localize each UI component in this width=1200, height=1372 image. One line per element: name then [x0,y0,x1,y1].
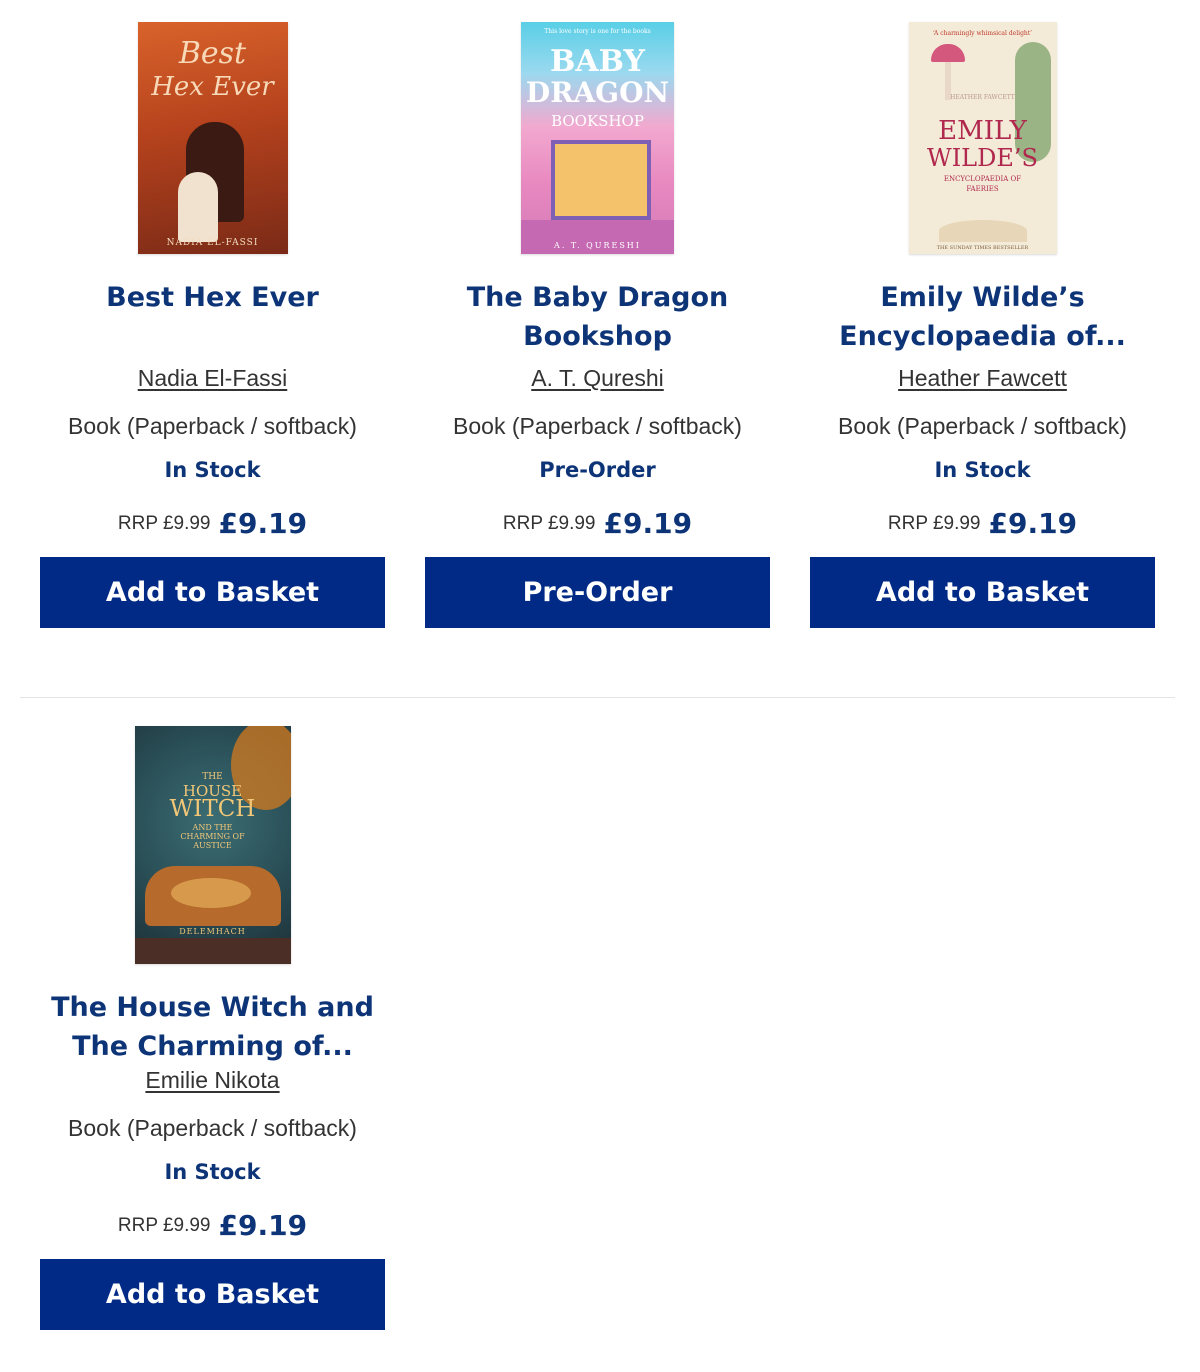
cover-author: HEATHER FAWCETT [950,94,1015,101]
availability-status: In Stock [164,1160,261,1184]
product-card: THE HOUSE WITCH AND THE CHARMING OF AUST… [40,706,385,1330]
book-cover-image[interactable]: This love story is one for the books BAB… [521,22,674,254]
cover-banner: THE SUNDAY TIMES BESTSELLER [936,245,1029,251]
availability-status: In Stock [164,458,261,482]
format-label: Book (Paperback / softback) [68,413,357,439]
cover-title-line4: AND THE CHARMING OF AUSTICE [180,823,245,850]
rrp-price: RRP £9.99 [117,1215,211,1236]
product-title[interactable]: The House Witch and The Charming of... [40,968,385,1062]
author: A. T. Qureshi [425,358,770,407]
cover-title-line1: Best [178,36,247,71]
cover-container: Best Hex Ever NADIA EL-FASSI [40,0,385,262]
cover-open-book [938,220,1027,242]
sale-price: £9.19 [218,1209,308,1242]
product-title-link[interactable]: The Baby Dragon Bookshop [467,282,729,352]
cover-shop-window [551,140,651,220]
add-to-basket-button[interactable]: Add to Basket [810,557,1155,628]
cover-title-line2: Hex Ever [151,72,274,102]
cover-mushroom [930,44,965,62]
product-title-link[interactable]: Emily Wilde’s Encyclopaedia of... [839,282,1126,352]
pre-order-button[interactable]: Pre-Order [425,557,770,628]
cover-quote: ‘A charmingly whimsical delight’ [932,30,1033,37]
author-link[interactable]: Emilie Nikota [145,1067,279,1093]
price-line: RRP £9.99 £9.19 [810,502,1155,557]
product-card: This love story is one for the books BAB… [425,0,770,628]
cover-container: ‘A charmingly whimsical delight’ HEATHER… [810,0,1155,262]
cover-table [134,938,291,964]
cover-roast [170,878,251,908]
author-link[interactable]: A. T. Qureshi [531,365,664,391]
cover-container: This love story is one for the books BAB… [425,0,770,262]
price-line: RRP £9.99 £9.19 [40,1204,385,1259]
format-label: Book (Paperback / softback) [68,1115,357,1141]
cover-title-line3: ENCYCLOPAEDIA OF FAERIES [943,175,1022,193]
format-label: Book (Paperback / softback) [838,413,1127,439]
author: Emilie Nikota [40,1060,385,1109]
add-to-basket-button[interactable]: Add to Basket [40,557,385,628]
author-link[interactable]: Heather Fawcett [898,365,1067,391]
cover-title-line2: DRAGON [525,76,670,109]
cover-title-line1: THE [202,772,223,782]
cover-title-line3: WITCH [169,796,256,822]
product-title-link[interactable]: The House Witch and The Charming of... [51,992,374,1062]
rrp-price: RRP £9.99 [117,513,211,534]
cover-author: NADIA EL-FASSI [166,238,259,248]
rrp-price: RRP £9.99 [502,513,596,534]
price-line: RRP £9.99 £9.19 [425,502,770,557]
author: Nadia El-Fassi [40,358,385,407]
cover-title-line1: BABY [550,44,645,79]
cover-author: A. T. QURESHI [554,241,641,250]
sale-price: £9.19 [988,507,1078,540]
product-card: ‘A charmingly whimsical delight’ HEATHER… [810,0,1155,628]
rrp-price: RRP £9.99 [887,513,981,534]
product-title[interactable]: Emily Wilde’s Encyclopaedia of... [810,262,1155,358]
cover-tagline: This love story is one for the books [544,28,651,35]
cover-title-line1: EMILY [938,116,1027,146]
book-cover-image[interactable]: ‘A charmingly whimsical delight’ HEATHER… [908,22,1057,254]
price-line: RRP £9.99 £9.19 [40,502,385,557]
cover-dress [177,172,218,242]
availability-status: In Stock [934,458,1031,482]
author-link[interactable]: Nadia El-Fassi [138,365,288,391]
book-cover-image[interactable]: Best Hex Ever NADIA EL-FASSI [137,22,288,254]
add-to-basket-button[interactable]: Add to Basket [40,1259,385,1330]
product-title[interactable]: Best Hex Ever [40,262,385,358]
row-divider [20,697,1175,698]
book-cover-image[interactable]: THE HOUSE WITCH AND THE CHARMING OF AUST… [134,726,291,964]
product-title[interactable]: The Baby Dragon Bookshop [425,262,770,358]
cover-author: DELEMHACH [179,927,246,936]
sale-price: £9.19 [603,507,693,540]
availability-status: Pre-Order [539,458,656,482]
cover-title-line2: WILDE’S [927,144,1038,172]
product-title-link[interactable]: Best Hex Ever [106,282,319,313]
sale-price: £9.19 [218,507,308,540]
author: Heather Fawcett [810,358,1155,407]
product-card: Best Hex Ever NADIA EL-FASSI Best Hex Ev… [40,0,385,628]
cover-title-line3: BOOKSHOP [551,112,644,130]
format-label: Book (Paperback / softback) [453,413,742,439]
cover-container: THE HOUSE WITCH AND THE CHARMING OF AUST… [40,706,385,968]
